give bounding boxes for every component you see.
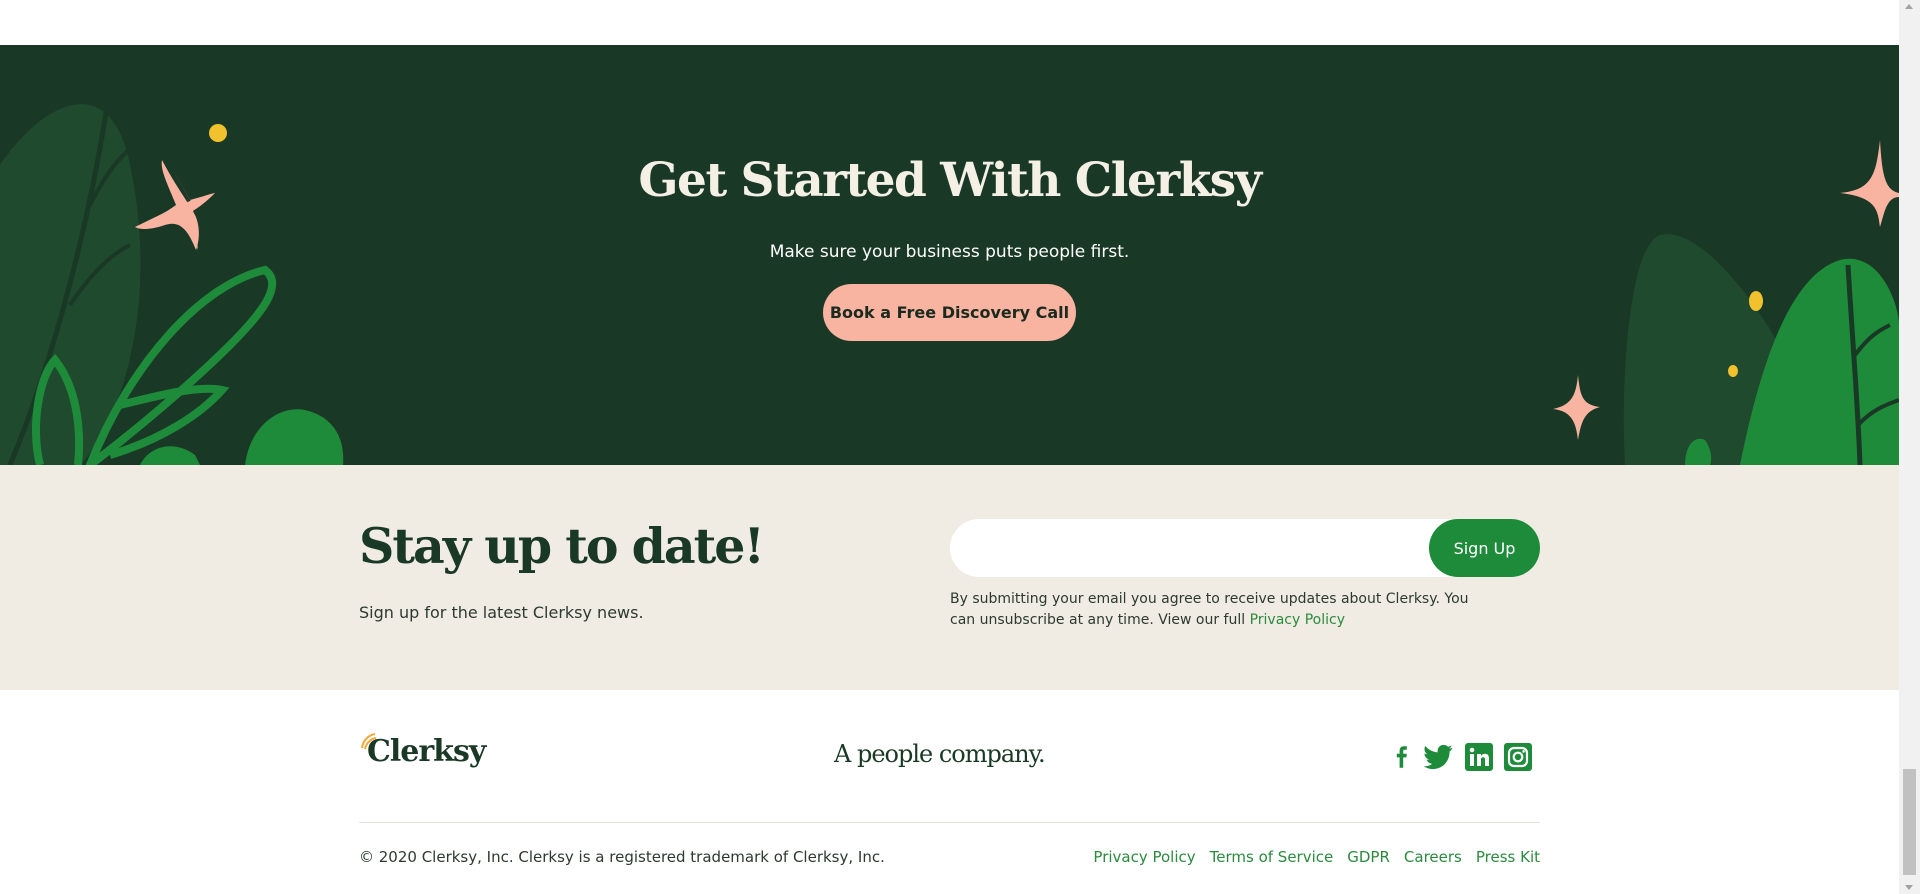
book-discovery-call-button[interactable]: Book a Free Discovery Call (823, 284, 1076, 341)
social-links (1392, 742, 1532, 772)
sign-up-button[interactable]: Sign Up (1429, 519, 1540, 577)
vertical-scrollbar[interactable] (1899, 0, 1920, 894)
footer-link-terms-of-service[interactable]: Terms of Service (1210, 848, 1334, 866)
logo-text: Clerksy (367, 734, 486, 769)
cta-title: Get Started With Clerksy (638, 153, 1262, 208)
newsletter-section: Stay up to date! Sign up for the latest … (0, 465, 1899, 690)
footer-links: Privacy Policy Terms of Service GDPR Car… (1079, 848, 1540, 866)
footer: Clerksy A people company. © 2020 Clerksy… (0, 690, 1899, 894)
facebook-icon[interactable] (1392, 743, 1412, 771)
cta-subtitle: Make sure your business puts people firs… (769, 242, 1130, 262)
left-blob (245, 409, 344, 465)
yellow-dot-right-1 (1749, 291, 1763, 311)
sparkle-bottom-right (1553, 375, 1600, 440)
newsletter-form: Sign Up (950, 519, 1540, 577)
left-blob-small (140, 446, 200, 465)
email-input[interactable] (950, 519, 1430, 577)
footer-link-careers[interactable]: Careers (1404, 848, 1462, 866)
newsletter-legal-text: By submitting your email you agree to re… (950, 589, 1490, 631)
footer-divider (359, 822, 1540, 823)
privacy-policy-link[interactable]: Privacy Policy (1250, 612, 1345, 628)
instagram-icon[interactable] (1504, 743, 1532, 771)
footer-tagline: A people company. (834, 740, 1046, 768)
copyright-text: © 2020 Clerksy, Inc. Clerksy is a regist… (359, 848, 885, 866)
twitter-icon[interactable] (1422, 743, 1454, 771)
yellow-dot-right-2 (1728, 365, 1738, 377)
page: Get Started With Clerksy Make sure your … (0, 0, 1899, 894)
yellow-dot (209, 124, 227, 142)
footer-link-gdpr[interactable]: GDPR (1347, 848, 1390, 866)
scrollbar-thumb[interactable] (1903, 769, 1916, 875)
legal-text: By submitting your email you agree to re… (950, 591, 1469, 628)
scroll-up-arrow-icon[interactable] (1905, 4, 1913, 9)
cta-section: Get Started With Clerksy Make sure your … (0, 45, 1899, 465)
footer-link-press-kit[interactable]: Press Kit (1476, 848, 1540, 866)
footer-link-privacy-policy[interactable]: Privacy Policy (1093, 848, 1195, 866)
newsletter-subtitle: Sign up for the latest Clerksy news. (359, 603, 644, 622)
linkedin-icon[interactable] (1464, 743, 1494, 771)
newsletter-title: Stay up to date! (359, 517, 765, 575)
scroll-down-arrow-icon[interactable] (1905, 885, 1913, 890)
